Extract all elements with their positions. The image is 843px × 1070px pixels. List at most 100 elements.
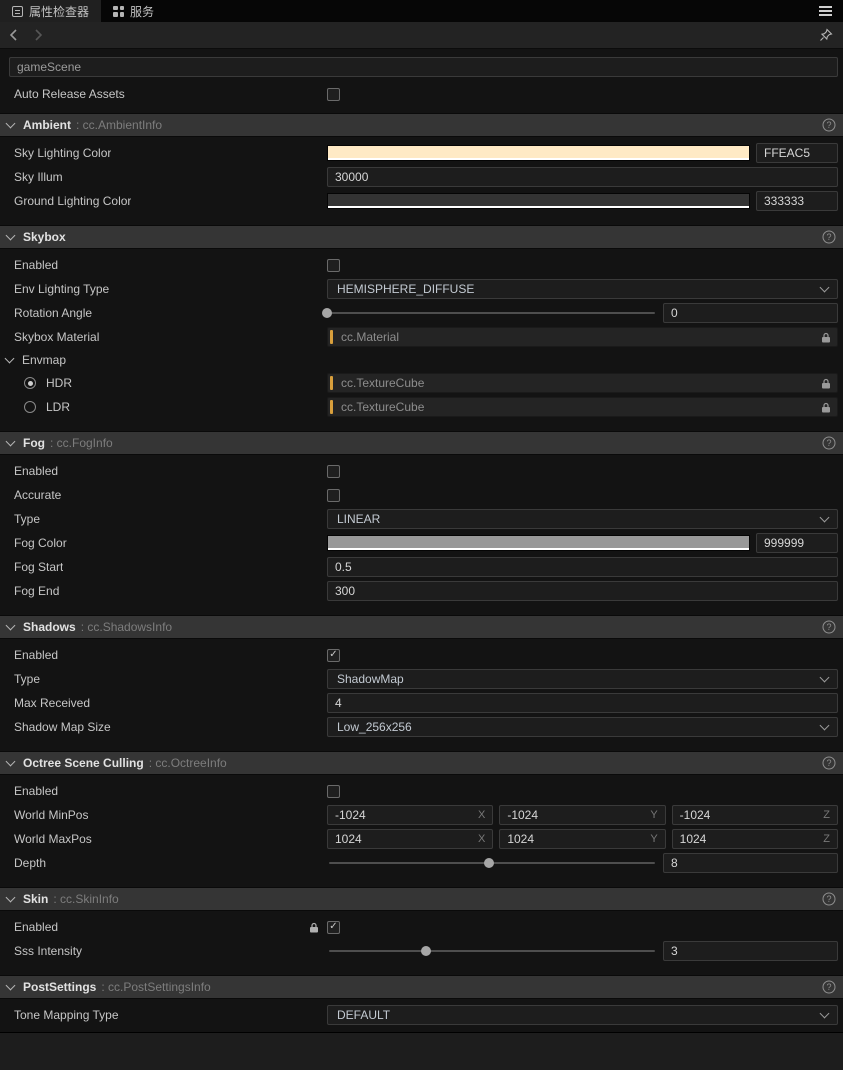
fog-start-input[interactable] [327, 557, 838, 577]
sky-illum-input[interactable] [327, 167, 838, 187]
prop-row-tone-mapping-type: Tone Mapping Type DEFAULT [0, 1003, 843, 1027]
slider-handle[interactable] [483, 858, 494, 868]
section-postsettings-header[interactable]: PostSettings : cc.PostSettingsInfo ? [0, 975, 843, 999]
ground-lighting-color-hex-input[interactable] [756, 191, 838, 211]
help-icon[interactable]: ? [822, 118, 836, 132]
hdr-envmap-asset-field[interactable]: cc.TextureCube [327, 373, 838, 393]
chevron-down-icon [819, 282, 830, 293]
rotation-angle-slider[interactable] [322, 303, 657, 323]
help-icon[interactable]: ? [822, 230, 836, 244]
inspector-content: Auto Release Assets Ambient : cc.Ambient… [0, 49, 843, 1032]
env-lighting-type-select[interactable]: HEMISPHERE_DIFFUSE [327, 279, 838, 299]
prop-label: Ground Lighting Color [14, 194, 132, 208]
prop-label: Accurate [14, 488, 62, 502]
axis-y-label: Y [650, 809, 658, 821]
section-suffix: : cc.OctreeInfo [148, 756, 227, 770]
world-minpos-z-field[interactable]: -1024 Z [671, 805, 838, 825]
shadows-enabled-checkbox[interactable] [327, 648, 340, 662]
tab-inspector[interactable]: 属性检查器 [0, 0, 102, 22]
prop-row-envmap-hdr: HDR cc.TextureCube [0, 371, 843, 395]
sky-lighting-color-hex-input[interactable] [756, 143, 838, 163]
prop-row-env-lighting-type: Env Lighting Type HEMISPHERE_DIFFUSE [0, 277, 843, 301]
shadow-map-size-select[interactable]: Low_256x256 [327, 717, 838, 737]
section-postsettings: PostSettings : cc.PostSettingsInfo ? Ton… [0, 975, 843, 1032]
auto-release-checkbox[interactable] [327, 87, 340, 101]
shadows-type-select[interactable]: ShadowMap [327, 669, 838, 689]
section-skin-header[interactable]: Skin : cc.SkinInfo ? [0, 887, 843, 911]
section-skybox-header[interactable]: Skybox ? [0, 225, 843, 249]
octree-enabled-checkbox[interactable] [327, 784, 340, 798]
tab-service[interactable]: 服务 [101, 0, 166, 22]
section-octree-header[interactable]: Octree Scene Culling : cc.OctreeInfo ? [0, 751, 843, 775]
section-ambient-header[interactable]: Ambient : cc.AmbientInfo ? [0, 113, 843, 137]
lock-icon [821, 378, 831, 389]
svg-text:?: ? [826, 438, 831, 448]
axis-z-label: Z [823, 809, 830, 821]
scene-active-checkbox[interactable] [0, 59, 7, 75]
back-button[interactable] [10, 29, 18, 41]
axis-x-label: X [477, 833, 486, 845]
section-title: Shadows [23, 620, 76, 634]
skybox-enabled-checkbox[interactable] [327, 258, 340, 272]
prop-label: Fog Color [14, 536, 67, 550]
vec-value: 1024 [335, 832, 362, 846]
max-received-input[interactable] [327, 693, 838, 713]
help-icon[interactable]: ? [822, 892, 836, 906]
fog-color-swatch[interactable] [327, 535, 750, 551]
asset-accent-bar [330, 376, 333, 390]
skybox-material-asset-field[interactable]: cc.Material [327, 327, 838, 347]
prop-label: Env Lighting Type [14, 282, 110, 296]
world-maxpos-y-field[interactable]: 1024 Y [499, 829, 666, 849]
fog-accurate-checkbox[interactable] [327, 488, 340, 502]
forward-button[interactable] [34, 29, 42, 41]
help-icon[interactable]: ? [822, 620, 836, 634]
rotation-angle-input[interactable] [663, 303, 838, 323]
fog-enabled-checkbox[interactable] [327, 464, 340, 478]
world-maxpos-z-field[interactable]: 1024 Z [671, 829, 838, 849]
sss-intensity-slider[interactable] [327, 941, 657, 961]
section-fog-header[interactable]: Fog : cc.FogInfo ? [0, 431, 843, 455]
tone-mapping-type-select[interactable]: DEFAULT [327, 1005, 838, 1025]
fog-type-select[interactable]: LINEAR [327, 509, 838, 529]
slider-handle[interactable] [421, 946, 431, 956]
pin-icon[interactable] [819, 28, 833, 42]
prop-row-fog-enabled: Enabled [0, 459, 843, 483]
asset-placeholder: cc.TextureCube [341, 376, 425, 390]
sky-lighting-color-swatch[interactable] [327, 145, 750, 161]
sss-intensity-input[interactable] [663, 941, 838, 961]
section-title: Fog [23, 436, 45, 450]
world-minpos-x-field[interactable]: -1024 X [327, 805, 494, 825]
help-icon[interactable]: ? [822, 980, 836, 994]
prop-row-skybox-enabled: Enabled [0, 253, 843, 277]
prop-label: Shadow Map Size [14, 720, 111, 734]
prop-row-rotation-angle: Rotation Angle [0, 301, 843, 325]
section-title: PostSettings [23, 980, 97, 994]
prop-row-fog-accurate: Accurate [0, 483, 843, 507]
collapse-caret-icon [5, 436, 16, 446]
scene-name-row [0, 49, 843, 82]
fog-end-input[interactable] [327, 581, 838, 601]
ldr-radio[interactable] [24, 401, 36, 413]
section-suffix: : cc.AmbientInfo [76, 118, 163, 132]
world-maxpos-x-field[interactable]: 1024 X [327, 829, 494, 849]
world-minpos-y-field[interactable]: -1024 Y [499, 805, 666, 825]
depth-slider[interactable] [327, 853, 657, 873]
menu-icon[interactable] [808, 0, 843, 22]
help-icon[interactable]: ? [822, 436, 836, 450]
slider-handle[interactable] [322, 308, 332, 318]
prop-row-shadows-type: Type ShadowMap [0, 667, 843, 691]
scene-name-input[interactable] [9, 57, 838, 77]
fog-color-hex-input[interactable] [756, 533, 838, 553]
prop-row-skin-enabled: Enabled [0, 915, 843, 939]
collapse-caret-icon [4, 353, 15, 363]
section-shadows-header[interactable]: Shadows : cc.ShadowsInfo ? [0, 615, 843, 639]
axis-x-label: X [477, 809, 486, 821]
ldr-envmap-asset-field[interactable]: cc.TextureCube [327, 397, 838, 417]
depth-input[interactable] [663, 853, 838, 873]
hdr-radio[interactable] [24, 377, 36, 389]
skin-enabled-checkbox[interactable] [327, 920, 340, 934]
prop-label: Rotation Angle [14, 306, 93, 320]
ground-lighting-color-swatch[interactable] [327, 193, 750, 209]
help-icon[interactable]: ? [822, 756, 836, 770]
envmap-group-header[interactable]: Envmap [0, 349, 843, 371]
